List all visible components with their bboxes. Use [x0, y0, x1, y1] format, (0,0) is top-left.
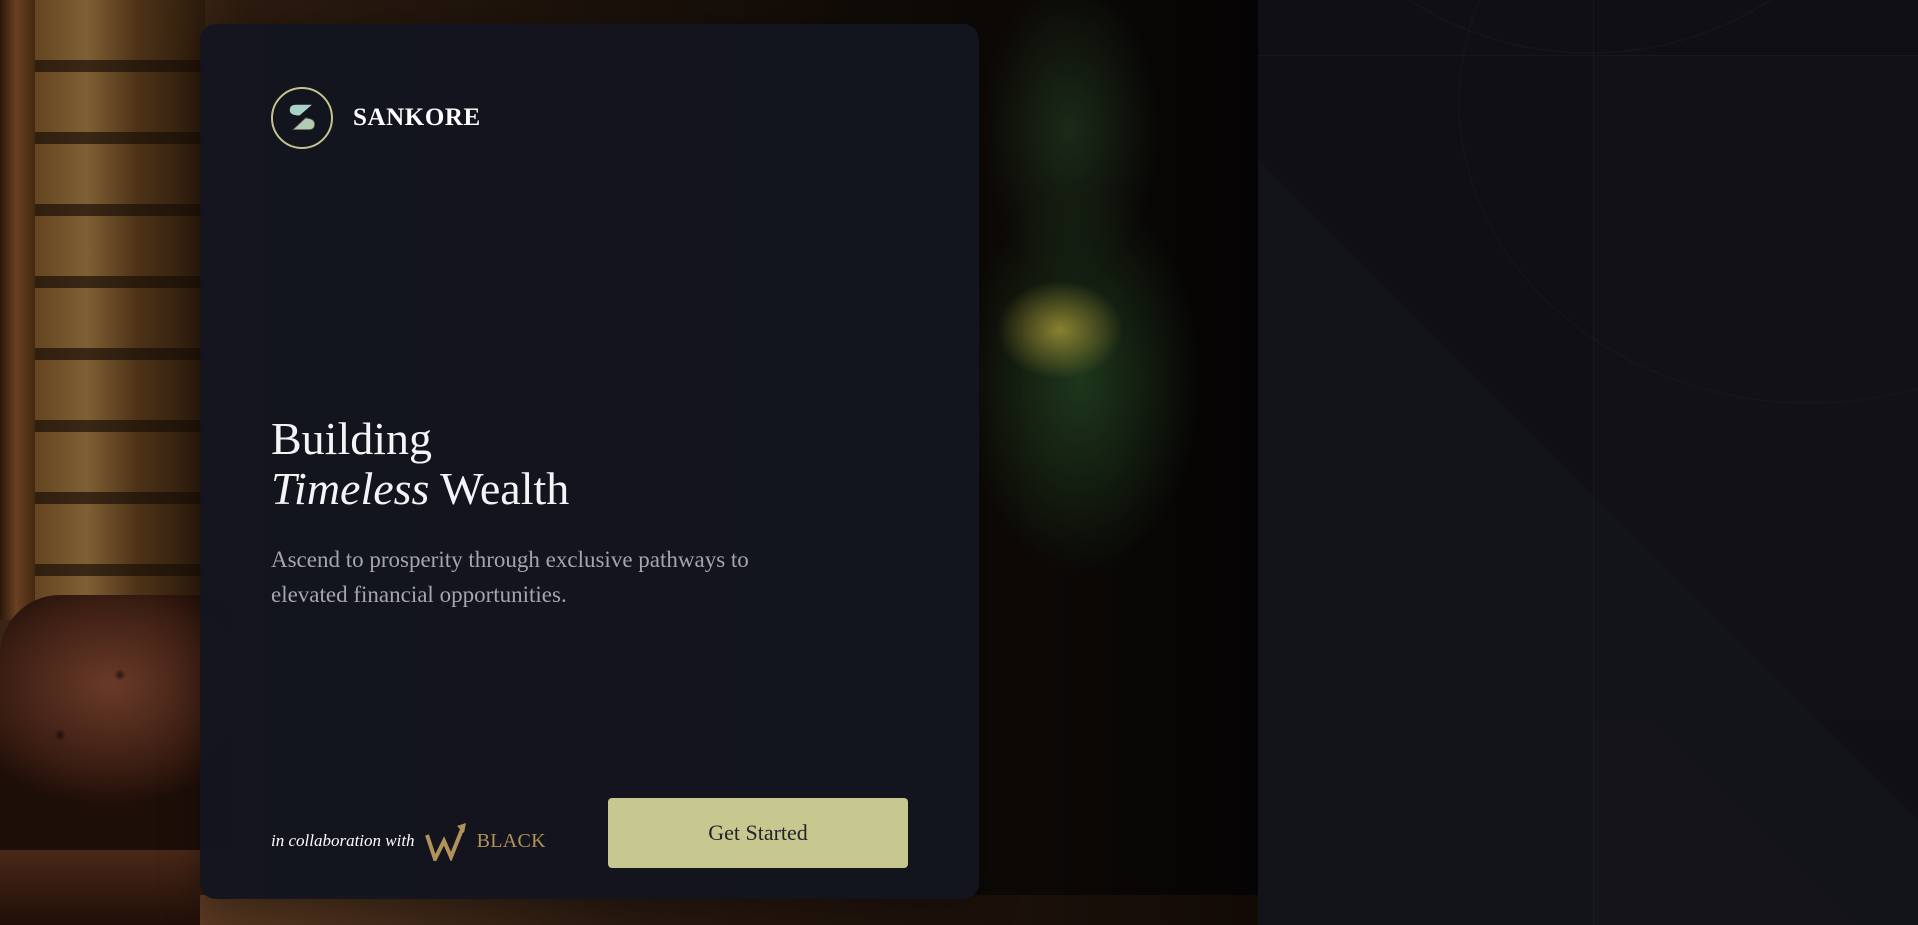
- collaboration-credit: in collaboration with BLACK: [271, 816, 546, 866]
- geo-horizontal-line: [1258, 55, 1918, 56]
- w-arrow-glyph-icon: [424, 823, 466, 861]
- page-title: Building Timeless Wealth: [271, 414, 569, 514]
- s-glyph-icon: [288, 103, 317, 131]
- headline-line1: Building: [271, 413, 433, 464]
- brand-name: SANKORE: [353, 104, 481, 131]
- leather-sofa: [0, 595, 230, 855]
- geometric-background-panel: [1258, 0, 1918, 925]
- w-arrow-logo-icon: [424, 821, 467, 861]
- headline-italic: Timeless: [271, 463, 430, 514]
- get-started-button[interactable]: Get Started: [608, 798, 908, 868]
- bookshelf: [35, 0, 205, 620]
- brand[interactable]: SANKORE: [271, 85, 481, 151]
- partner-name: BLACK: [476, 829, 546, 852]
- sankore-logo-icon: [271, 87, 333, 149]
- geo-triangle-small: [1593, 720, 1918, 925]
- hero-subtitle: Ascend to prosperity through exclusive p…: [271, 547, 749, 607]
- bookshelf-post: [0, 0, 40, 620]
- geo-vertical-line: [1593, 0, 1594, 925]
- floor-strip: [200, 895, 1258, 925]
- headline-rest: Wealth: [440, 463, 570, 514]
- sofa-base: [0, 850, 230, 925]
- hero-card: SANKORE Building Timeless Wealth Ascend …: [200, 24, 979, 899]
- collab-text: in collaboration with: [271, 831, 415, 850]
